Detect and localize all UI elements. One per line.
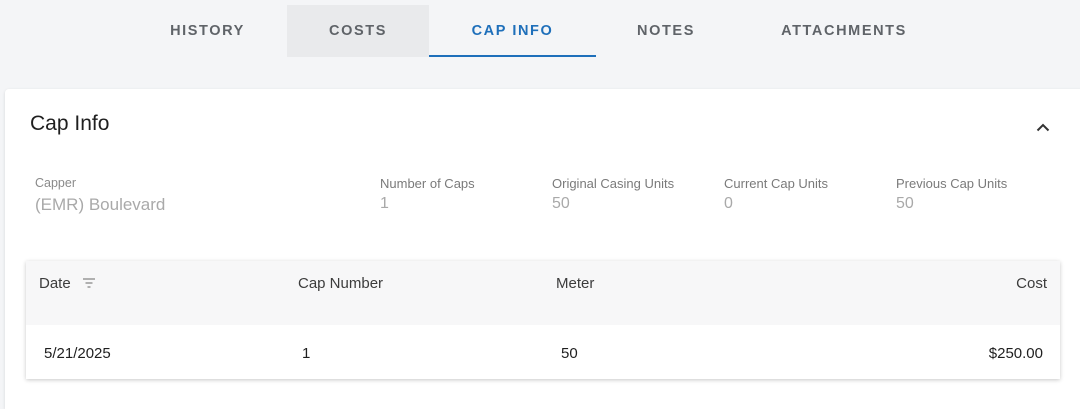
tab-history[interactable]: HISTORY xyxy=(160,5,255,57)
table-header: Date Cap Number Meter Cost xyxy=(26,261,1060,325)
cell-date: 5/21/2025 xyxy=(44,345,111,362)
capper-field: Capper (EMR) Boulevard xyxy=(35,176,165,215)
previous-cap-units-field: Previous Cap Units 50 xyxy=(896,176,1007,213)
original-casing-units-field: Original Casing Units 50 xyxy=(552,176,674,213)
previous-cap-units-label: Previous Cap Units xyxy=(896,176,1008,191)
current-cap-units-field: Current Cap Units 0 xyxy=(724,176,828,213)
column-header-cost[interactable]: Cost xyxy=(1016,275,1047,292)
tab-notes[interactable]: NOTES xyxy=(620,5,712,57)
tab-cap-info-label: CAP INFO xyxy=(471,23,554,39)
cell-cost: $250.00 xyxy=(988,345,1043,362)
number-of-caps-value: 1 xyxy=(380,195,389,212)
filter-icon[interactable] xyxy=(82,276,96,290)
current-cap-units-value: 0 xyxy=(724,195,733,212)
cell-cap-number: 1 xyxy=(302,345,311,362)
tab-attachments-label: ATTACHMENTS xyxy=(781,23,907,39)
tab-bar: HISTORY COSTS CAP INFO NOTES ATTACHMENTS xyxy=(0,0,1080,58)
tab-history-label: HISTORY xyxy=(170,23,245,39)
caps-table: Date Cap Number Meter Cost 5/21/2025 1 5… xyxy=(26,261,1060,379)
number-of-caps-field: Number of Caps 1 xyxy=(380,176,475,213)
tab-notes-label: NOTES xyxy=(637,23,695,39)
cap-info-panel: Cap Info Capper (EMR) Boulevard Number o… xyxy=(5,89,1080,409)
previous-cap-units-value: 50 xyxy=(896,195,914,212)
original-casing-units-label: Original Casing Units xyxy=(552,176,675,191)
number-of-caps-label: Number of Caps xyxy=(380,176,475,191)
tab-costs-label: COSTS xyxy=(329,23,387,39)
cell-meter: 50 xyxy=(561,345,578,362)
column-header-meter[interactable]: Meter xyxy=(556,275,594,292)
tab-cap-info[interactable]: CAP INFO xyxy=(429,5,596,57)
capper-value: (EMR) Boulevard xyxy=(35,195,166,214)
table-row[interactable]: 5/21/2025 1 50 $250.00 xyxy=(26,325,1060,379)
original-casing-units-value: 50 xyxy=(552,195,570,212)
column-header-date[interactable]: Date xyxy=(39,275,71,292)
panel-title: Cap Info xyxy=(30,112,110,135)
active-tab-indicator xyxy=(429,55,596,57)
capper-label: Capper xyxy=(35,176,76,190)
tab-attachments[interactable]: ATTACHMENTS xyxy=(770,5,918,57)
column-header-cap-number[interactable]: Cap Number xyxy=(298,275,383,292)
current-cap-units-label: Current Cap Units xyxy=(724,176,829,191)
tab-costs[interactable]: COSTS xyxy=(287,5,429,57)
chevron-up-icon[interactable] xyxy=(1031,115,1055,139)
